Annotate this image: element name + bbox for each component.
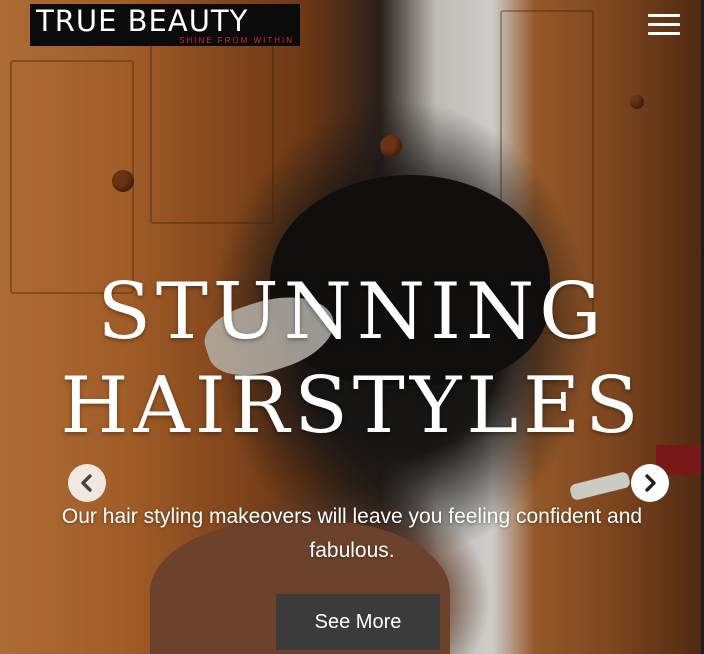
headline-line-2: HAIRSTYLES bbox=[60, 361, 644, 451]
brand-name: TRUE BEAUTY bbox=[36, 4, 249, 38]
hero-slider: TRUE BEAUTY SHINE FROM WITHIN STUNNING H… bbox=[0, 0, 704, 654]
chevron-left-icon bbox=[81, 474, 92, 492]
hero-headline: STUNNING HAIRSTYLES bbox=[0, 265, 704, 453]
headline-line-1: STUNNING bbox=[97, 267, 607, 357]
brand-logo[interactable]: TRUE BEAUTY SHINE FROM WITHIN bbox=[30, 4, 300, 46]
see-more-button[interactable]: See More bbox=[276, 594, 440, 650]
hero-subtitle: Our hair styling makeovers will leave yo… bbox=[61, 505, 643, 562]
chevron-right-icon bbox=[645, 474, 656, 492]
slider-next-button[interactable] bbox=[631, 464, 669, 502]
hamburger-menu-icon[interactable] bbox=[648, 14, 680, 36]
brand-tagline: SHINE FROM WITHIN bbox=[179, 36, 294, 45]
slider-prev-button[interactable] bbox=[68, 464, 106, 502]
